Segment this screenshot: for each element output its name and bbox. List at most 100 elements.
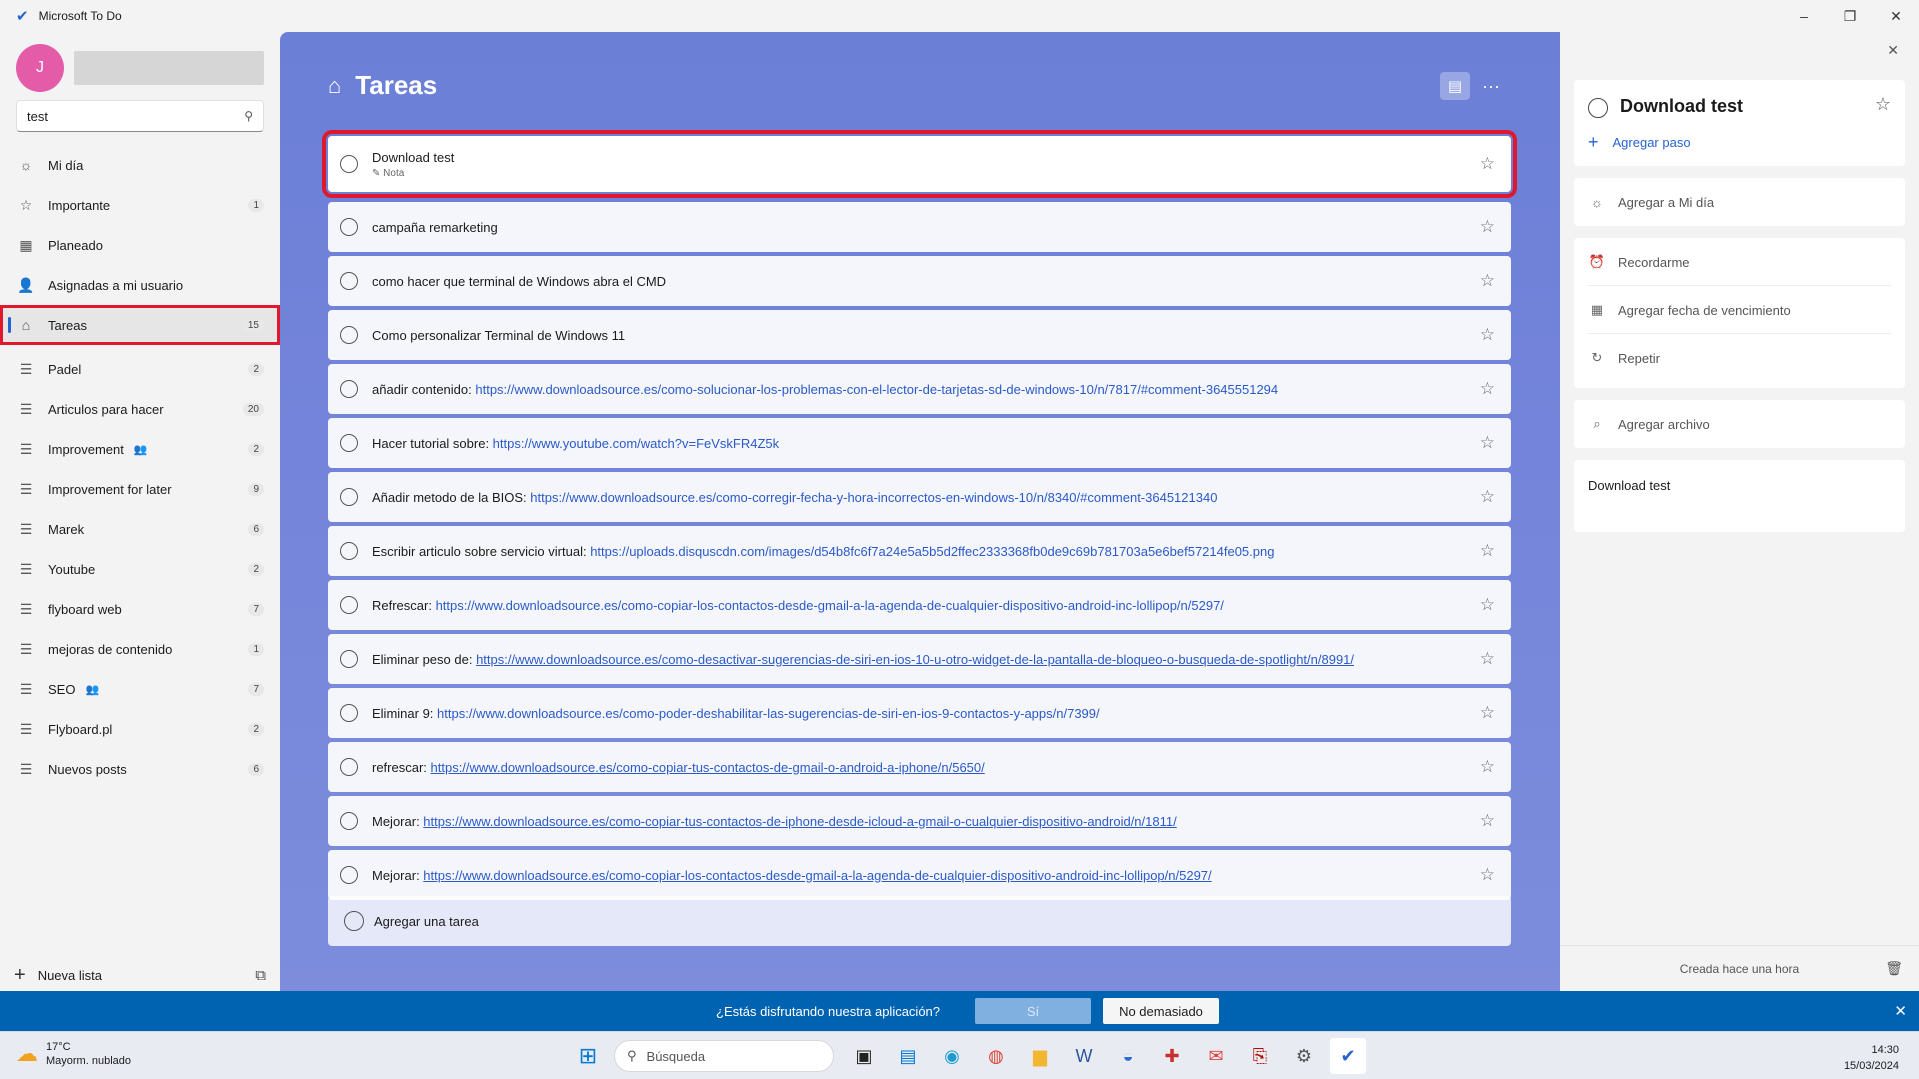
- task-link[interactable]: https://www.downloadsource.es/como-copia…: [431, 760, 985, 775]
- sidebar-list-item[interactable]: ☰ Flyboard.pl 2: [0, 709, 280, 749]
- file-explorer-icon[interactable]: ▆: [1022, 1038, 1058, 1074]
- new-list-button[interactable]: + Nueva lista ⧉: [0, 955, 280, 995]
- task-link[interactable]: https://www.downloadsource.es/como-corre…: [530, 490, 1217, 505]
- importance-star-icon[interactable]: ☆: [1480, 433, 1495, 453]
- task-row[interactable]: campaña remarketing ☆: [328, 202, 1511, 252]
- importance-star-icon[interactable]: ☆: [1480, 757, 1495, 777]
- sidebar-list-item[interactable]: ☰ SEO 👥 7: [0, 669, 280, 709]
- importance-star-icon[interactable]: ☆: [1480, 811, 1495, 831]
- more-options-icon[interactable]: ···: [1476, 72, 1506, 100]
- importance-star-icon[interactable]: ☆: [1875, 94, 1891, 115]
- note-text[interactable]: Download test: [1588, 478, 1670, 493]
- suggestions-icon[interactable]: ▤: [1440, 72, 1470, 100]
- close-window-button[interactable]: ✕: [1873, 0, 1919, 32]
- sidebar-list-item[interactable]: ☰ Articulos para hacer 20: [0, 389, 280, 429]
- word-icon[interactable]: W: [1066, 1038, 1102, 1074]
- complete-circle-icon[interactable]: [340, 488, 358, 506]
- sidebar-item-mi-dia[interactable]: ☼ Mi día: [0, 145, 280, 185]
- todo-app-icon[interactable]: ✔: [1330, 1038, 1366, 1074]
- importance-star-icon[interactable]: ☆: [1480, 541, 1495, 561]
- complete-circle-icon[interactable]: [340, 866, 358, 884]
- account-row[interactable]: J: [16, 44, 264, 92]
- task-link[interactable]: https://www.downloadsource.es/como-soluc…: [475, 382, 1278, 397]
- note-card[interactable]: Download test: [1574, 460, 1905, 532]
- detail-task-title[interactable]: Download test: [1620, 96, 1743, 117]
- close-detail-icon[interactable]: ✕: [1887, 42, 1899, 59]
- complete-circle-icon[interactable]: [340, 380, 358, 398]
- task-link[interactable]: https://www.downloadsource.es/como-copia…: [423, 868, 1211, 883]
- sidebar-item-planeado[interactable]: ▦ Planeado: [0, 225, 280, 265]
- sidebar-list-item[interactable]: ☰ mejoras de contenido 1: [0, 629, 280, 669]
- importance-star-icon[interactable]: ☆: [1480, 649, 1495, 669]
- browser-icon[interactable]: ◒: [1110, 1038, 1146, 1074]
- toolbox-icon[interactable]: ✚: [1154, 1038, 1190, 1074]
- importance-star-icon[interactable]: ☆: [1480, 325, 1495, 345]
- importance-star-icon[interactable]: ☆: [1480, 703, 1495, 723]
- sidebar-list-item[interactable]: ☰ flyboard web 7: [0, 589, 280, 629]
- task-row[interactable]: añadir contenido: https://www.downloadso…: [328, 364, 1511, 414]
- sidebar-list-item[interactable]: ☰ Improvement for later 9: [0, 469, 280, 509]
- task-link[interactable]: https://uploads.disquscdn.com/images/d54…: [590, 544, 1274, 559]
- remind-me-button[interactable]: ⏰ Recordarme: [1574, 238, 1905, 286]
- chat-icon[interactable]: ✉: [1198, 1038, 1234, 1074]
- task-link[interactable]: https://www.downloadsource.es/como-desac…: [476, 652, 1354, 667]
- chrome-icon[interactable]: ◍: [978, 1038, 1014, 1074]
- complete-circle-icon[interactable]: [1588, 98, 1608, 118]
- complete-circle-icon[interactable]: [340, 758, 358, 776]
- sidebar-list-item[interactable]: ☰ Nuevos posts 6: [0, 749, 280, 789]
- add-due-date-button[interactable]: ▦ Agregar fecha de vencimiento: [1574, 286, 1905, 334]
- edge-icon[interactable]: ◉: [934, 1038, 970, 1074]
- complete-circle-icon[interactable]: [340, 596, 358, 614]
- complete-circle-icon[interactable]: [340, 542, 358, 560]
- feedback-yes-button[interactable]: Sí: [975, 998, 1091, 1024]
- importance-star-icon[interactable]: ☆: [1480, 271, 1495, 291]
- complete-circle-icon[interactable]: [340, 326, 358, 344]
- system-clock[interactable]: 14:30 15/03/2024: [1844, 1042, 1899, 1074]
- task-row[interactable]: Mejorar: https://www.downloadsource.es/c…: [328, 850, 1511, 900]
- sidebar-item-tareas[interactable]: ⌂ Tareas 15: [0, 305, 280, 345]
- task-row[interactable]: Eliminar peso de: https://www.downloadso…: [328, 634, 1511, 684]
- importance-star-icon[interactable]: ☆: [1480, 865, 1495, 885]
- task-row[interactable]: como hacer que terminal de Windows abra …: [328, 256, 1511, 306]
- task-row[interactable]: Download test ✎ Nota ☆: [322, 130, 1517, 198]
- complete-circle-icon[interactable]: [340, 704, 358, 722]
- complete-circle-icon[interactable]: [340, 155, 358, 173]
- search-input[interactable]: [27, 108, 245, 124]
- importance-star-icon[interactable]: ☆: [1480, 217, 1495, 237]
- task-link[interactable]: https://www.downloadsource.es/como-copia…: [423, 814, 1176, 829]
- start-icon[interactable]: ⊞: [570, 1038, 606, 1074]
- task-link[interactable]: https://www.youtube.com/watch?v=FeVskFR4…: [493, 436, 779, 451]
- sidebar-item-asignadas[interactable]: 👤 Asignadas a mi usuario: [0, 265, 280, 305]
- task-row[interactable]: Escribir articulo sobre servicio virtual…: [328, 526, 1511, 576]
- task-row[interactable]: Hacer tutorial sobre: https://www.youtub…: [328, 418, 1511, 468]
- importance-star-icon[interactable]: ☆: [1480, 154, 1495, 174]
- sidebar-item-importante[interactable]: ☆ Importante 1: [0, 185, 280, 225]
- task-row[interactable]: refrescar: https://www.downloadsource.es…: [328, 742, 1511, 792]
- settings-icon[interactable]: ⚙: [1286, 1038, 1322, 1074]
- pdf-icon[interactable]: ⎘: [1242, 1038, 1278, 1074]
- task-row[interactable]: Mejorar: https://www.downloadsource.es/c…: [328, 796, 1511, 846]
- add-step-button[interactable]: + Agregar paso: [1588, 132, 1691, 153]
- sidebar-list-item[interactable]: ☰ Improvement 👥 2: [0, 429, 280, 469]
- taskbar-search[interactable]: ⚲ Búsqueda: [614, 1040, 834, 1072]
- restore-button[interactable]: ❐: [1827, 0, 1873, 32]
- feedback-no-button[interactable]: No demasiado: [1103, 998, 1219, 1024]
- task-row[interactable]: Refrescar: https://www.downloadsource.es…: [328, 580, 1511, 630]
- complete-circle-icon[interactable]: [340, 434, 358, 452]
- store-icon[interactable]: ▤: [890, 1038, 926, 1074]
- task-row[interactable]: Como personalizar Terminal de Windows 11…: [328, 310, 1511, 360]
- add-to-my-day-button[interactable]: ☼ Agregar a Mi día: [1574, 178, 1905, 226]
- close-banner-icon[interactable]: ✕: [1894, 1002, 1907, 1020]
- weather-widget[interactable]: ☁ 17°C Mayorm. nublado: [16, 1040, 131, 1068]
- task-row[interactable]: Eliminar 9: https://www.downloadsource.e…: [328, 688, 1511, 738]
- task-view-icon[interactable]: ▣: [846, 1038, 882, 1074]
- importance-star-icon[interactable]: ☆: [1480, 487, 1495, 507]
- importance-star-icon[interactable]: ☆: [1480, 595, 1495, 615]
- avatar[interactable]: J: [16, 44, 64, 92]
- search-icon[interactable]: ⚲: [244, 109, 253, 123]
- sidebar-list-item[interactable]: ☰ Padel 2: [0, 349, 280, 389]
- complete-circle-icon[interactable]: [340, 650, 358, 668]
- task-row[interactable]: Añadir metodo de la BIOS: https://www.do…: [328, 472, 1511, 522]
- task-link[interactable]: https://www.downloadsource.es/como-poder…: [437, 706, 1100, 721]
- new-group-icon[interactable]: ⧉: [255, 967, 266, 984]
